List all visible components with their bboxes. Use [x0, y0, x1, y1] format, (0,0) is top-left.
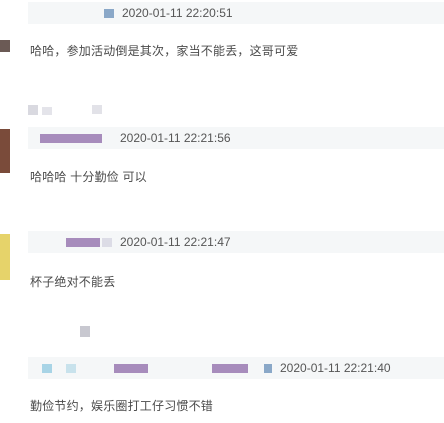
username-redacted[interactable] — [40, 133, 102, 143]
username-redacted[interactable] — [66, 237, 100, 247]
blurred-avatar-fragment — [42, 107, 52, 115]
comment-text: 勤俭节约，娱乐圈打工仔习惯不错 — [30, 399, 214, 413]
username-redacted[interactable] — [114, 363, 148, 373]
avatar[interactable] — [0, 234, 10, 280]
avatar[interactable] — [0, 40, 10, 52]
avatar[interactable] — [0, 129, 10, 173]
comment-meta-bar: 2020-01-11 22:21:40 — [28, 357, 444, 379]
username-redacted[interactable] — [104, 8, 114, 18]
comment-meta-bar: 2020-01-11 22:21:47 — [28, 231, 444, 253]
blurred-avatar-fragment — [28, 105, 38, 115]
username-redacted-suffix — [102, 237, 112, 247]
comment-text: 杯子绝对不能丢 — [30, 275, 116, 289]
comment-feed: { "comments": [ { "timestamp": "2020-01-… — [0, 0, 444, 423]
username-redacted — [42, 363, 52, 373]
comment-timestamp: 2020-01-11 22:21:40 — [280, 361, 391, 375]
username-redacted — [66, 363, 76, 373]
username-redacted — [264, 363, 272, 373]
comment-timestamp: 2020-01-11 22:21:56 — [120, 131, 231, 145]
comment-meta-bar: 2020-01-11 22:20:51 — [28, 2, 444, 24]
comment-text: 哈哈哈 十分勤俭 可以 — [30, 170, 147, 184]
blurred-avatar-fragment — [92, 105, 102, 114]
comment-timestamp: 2020-01-11 22:21:47 — [120, 235, 231, 249]
username-redacted[interactable] — [212, 363, 248, 373]
blurred-avatar-fragment — [80, 326, 90, 337]
comment-timestamp: 2020-01-11 22:20:51 — [122, 6, 233, 20]
comment-text: 哈哈，参加活动倒是其次，家当不能丢，这哥可爱 — [30, 44, 299, 58]
comment-meta-bar: 2020-01-11 22:21:56 — [28, 127, 444, 149]
